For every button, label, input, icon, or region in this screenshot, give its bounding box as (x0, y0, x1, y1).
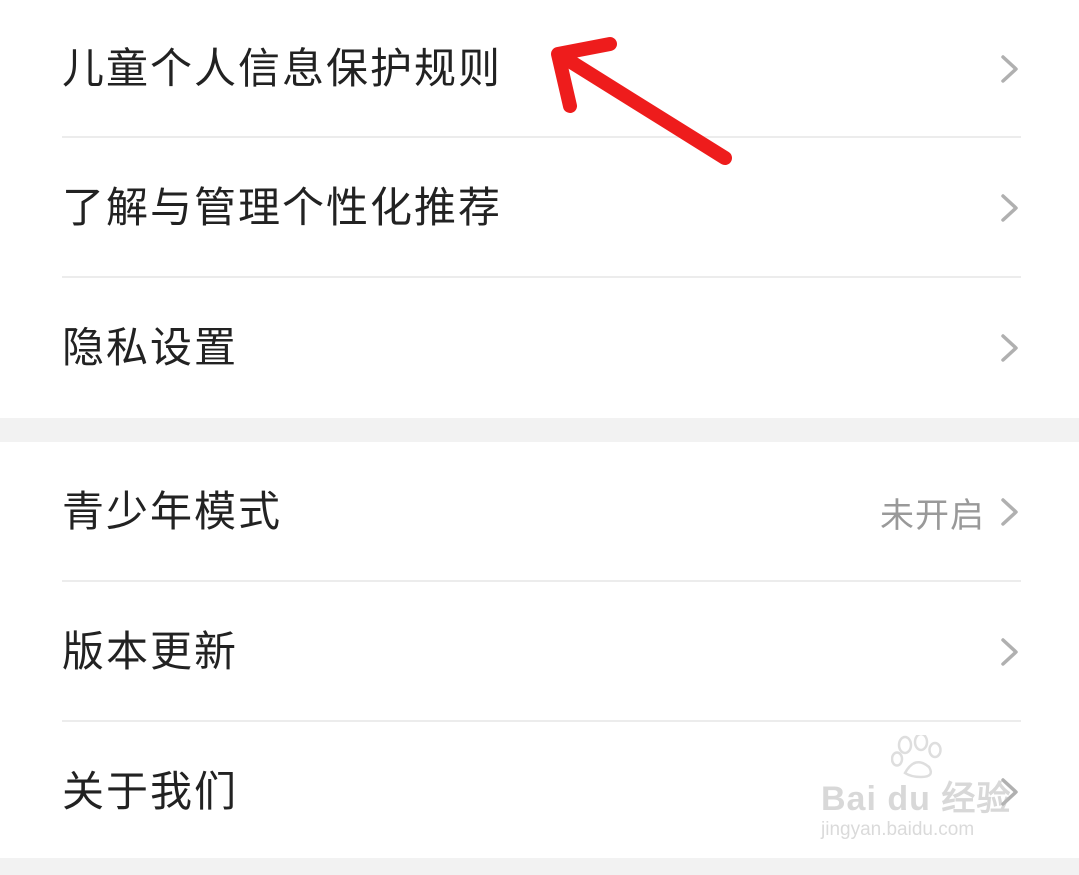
chevron-right-icon (1001, 498, 1018, 526)
watermark-brand: Bai du 经验 (821, 780, 1012, 818)
settings-item-right (999, 636, 1021, 668)
settings-item-label: 关于我们 (62, 767, 239, 816)
settings-item-privacy-settings[interactable]: 隐私设置 (62, 278, 1021, 418)
section-gap (0, 418, 1079, 442)
chevron-right-icon (1001, 194, 1018, 222)
settings-item-version-update[interactable]: 版本更新 (62, 582, 1021, 722)
settings-item-label: 隐私设置 (62, 323, 239, 372)
settings-item-right (999, 53, 1021, 85)
settings-item-label: 了解与管理个性化推荐 (62, 183, 503, 232)
chevron-right-icon (1001, 334, 1018, 362)
annotation-arrow-icon (551, 37, 732, 165)
teen-mode-status: 未开启 (880, 495, 985, 536)
chevron-right-icon (1001, 638, 1018, 666)
settings-page: 儿童个人信息保护规则 了解与管理个性化推荐 隐私设置 青少年模式 未开启 版本更… (0, 0, 1079, 875)
settings-item-right (999, 192, 1021, 224)
settings-item-teen-mode[interactable]: 青少年模式 未开启 (62, 442, 1021, 582)
settings-item-label: 儿童个人信息保护规则 (62, 44, 503, 93)
section-gap-bottom (0, 858, 1079, 875)
chevron-right-icon (1001, 55, 1018, 83)
settings-item-label: 版本更新 (62, 627, 239, 676)
watermark-url: jingyan.baidu.com (821, 819, 975, 840)
baidu-jingyan-watermark: Bai du 经验 jingyan.baidu.com (821, 735, 1021, 849)
settings-item-label: 青少年模式 (62, 487, 283, 536)
settings-item-right (999, 332, 1021, 364)
settings-item-right: 未开启 (880, 488, 1021, 537)
